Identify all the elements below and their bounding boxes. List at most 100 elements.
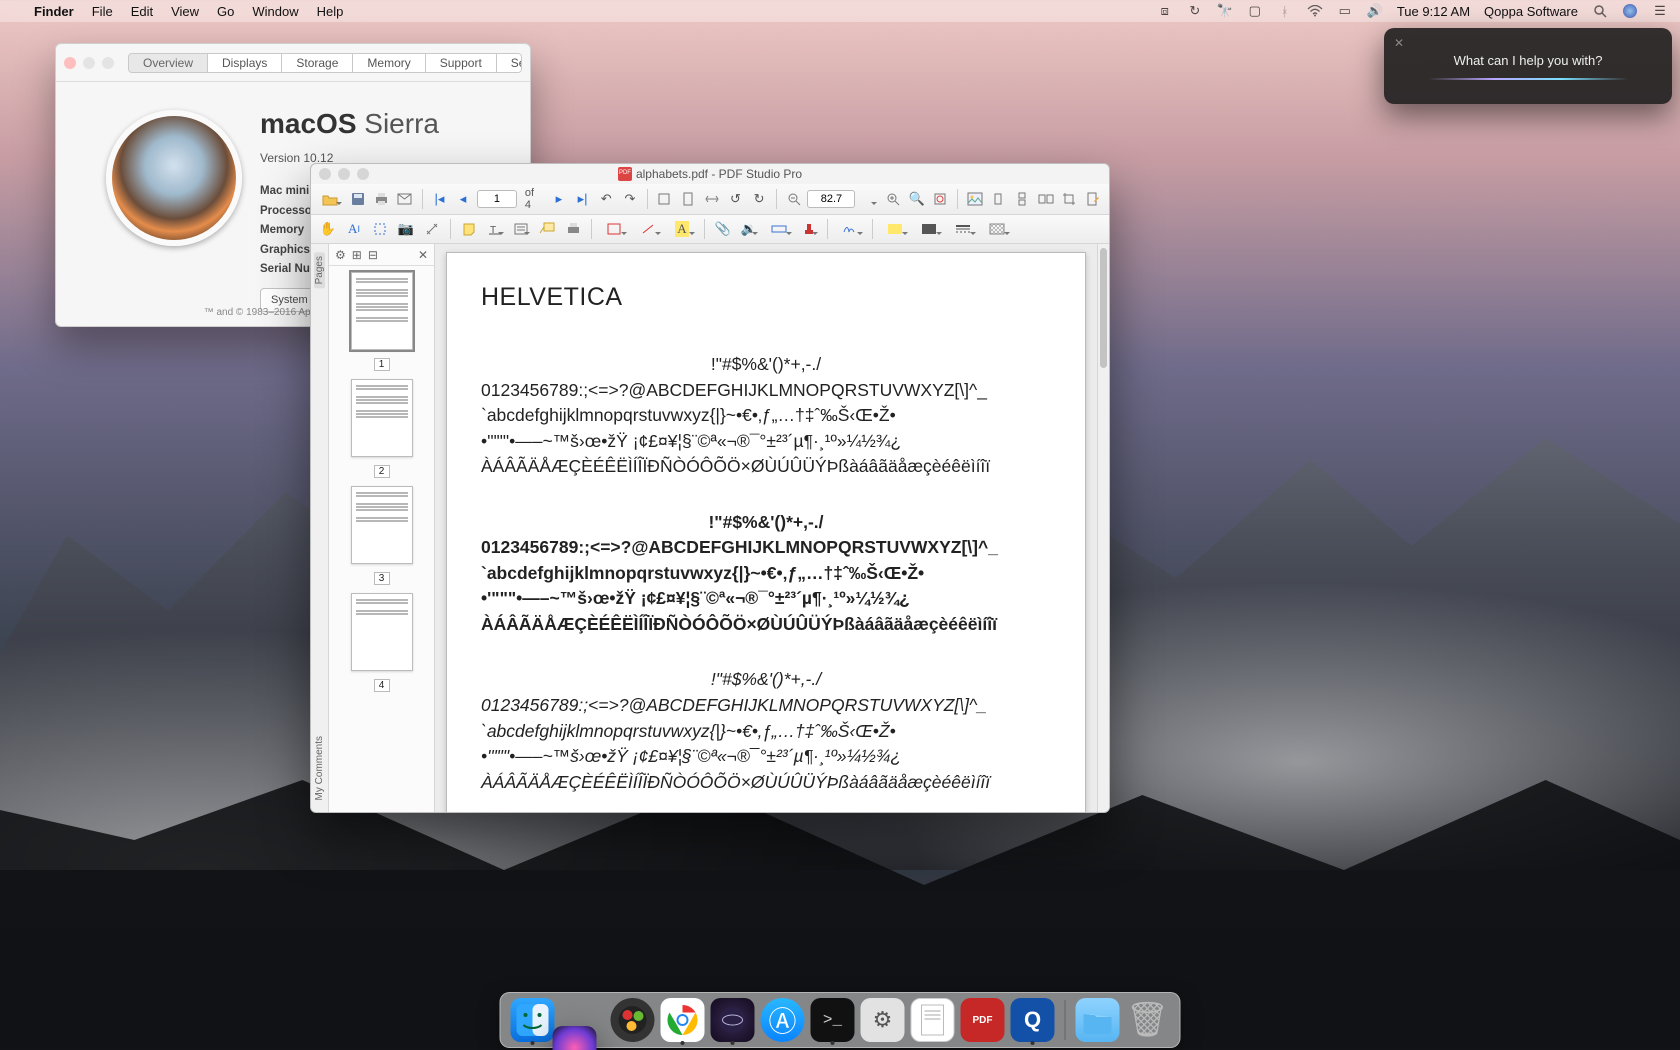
thumbnail-page-4[interactable] xyxy=(351,593,413,671)
menubar-clock[interactable]: Tue 9:12 AM xyxy=(1397,4,1470,19)
page-layout-facing-button[interactable] xyxy=(1036,188,1056,210)
distance-tool-button[interactable] xyxy=(421,218,443,240)
dropbox-icon[interactable]: ⧈ xyxy=(1157,3,1173,19)
volume-icon[interactable]: 🔊 xyxy=(1367,3,1383,19)
timemachine-icon[interactable]: ↻ xyxy=(1187,3,1203,19)
sound-button[interactable]: 🔉 xyxy=(738,218,760,240)
bluetooth-icon[interactable]: ᚼ xyxy=(1277,3,1293,19)
highlight-text-button[interactable]: A xyxy=(667,218,697,240)
minimize-button[interactable] xyxy=(338,168,350,180)
text-select-button[interactable]: AI xyxy=(343,218,365,240)
tab-support[interactable]: Support xyxy=(426,54,497,72)
menu-help[interactable]: Help xyxy=(317,4,344,19)
menubar-app-name[interactable]: Finder xyxy=(34,4,74,19)
shape-line-button[interactable] xyxy=(633,218,663,240)
last-page-button[interactable]: ▸| xyxy=(573,188,593,210)
zoom-tool-button[interactable]: 🔍 xyxy=(907,188,927,210)
thumbs-enlarge-icon[interactable]: ⊞ xyxy=(352,248,362,262)
dock-app-system-preferences[interactable]: ⚙︎ xyxy=(861,998,905,1042)
area-fill-button[interactable] xyxy=(914,218,944,240)
thumbs-options-icon[interactable]: ⚙ xyxy=(335,248,346,262)
siri-menubar-icon[interactable] xyxy=(1622,3,1638,19)
dock-app-chrome[interactable] xyxy=(661,998,705,1042)
menu-edit[interactable]: Edit xyxy=(131,4,153,19)
vertical-scrollbar[interactable] xyxy=(1097,244,1109,812)
side-tab-comments[interactable]: My Comments xyxy=(314,732,325,804)
page-number-input[interactable] xyxy=(477,190,517,208)
fit-width-button[interactable] xyxy=(702,188,722,210)
tab-service[interactable]: Service xyxy=(497,54,522,72)
siri-close-icon[interactable]: ✕ xyxy=(1394,36,1404,50)
next-page-button[interactable]: ▸ xyxy=(549,188,569,210)
thumbnail-page-3[interactable] xyxy=(351,486,413,564)
pdf-window-titlebar[interactable]: alphabets.pdf - PDF Studio Pro xyxy=(311,164,1109,184)
select-object-button[interactable] xyxy=(369,218,391,240)
dock-app-terminal[interactable]: >_ xyxy=(811,998,855,1042)
menu-file[interactable]: File xyxy=(92,4,113,19)
notification-center-icon[interactable]: ☰ xyxy=(1652,3,1668,19)
spotlight-icon[interactable] xyxy=(1592,3,1608,19)
tab-storage[interactable]: Storage xyxy=(282,54,353,72)
dock-app-siri[interactable] xyxy=(553,1026,597,1050)
thumbnail-page-2[interactable] xyxy=(351,379,413,457)
crop-button[interactable] xyxy=(1060,188,1080,210)
stamp-button[interactable] xyxy=(798,218,820,240)
dock-app-pdf[interactable]: PDF xyxy=(961,998,1005,1042)
open-button[interactable] xyxy=(317,188,344,210)
tab-overview[interactable]: Overview xyxy=(129,54,208,72)
dock-app-appstore[interactable]: Ⓐ xyxy=(761,998,805,1042)
wifi-icon[interactable] xyxy=(1307,3,1323,19)
prev-view-button[interactable]: ↶ xyxy=(596,188,616,210)
first-page-button[interactable]: |◂ xyxy=(430,188,450,210)
side-tab-pages[interactable]: Pages xyxy=(314,252,325,288)
thumbnail-page-1[interactable] xyxy=(351,272,413,350)
tab-memory[interactable]: Memory xyxy=(353,54,425,72)
typewriter-button[interactable]: T xyxy=(484,218,506,240)
email-button[interactable] xyxy=(395,188,415,210)
line-style-button[interactable] xyxy=(948,218,978,240)
zoom-in-button[interactable] xyxy=(883,188,903,210)
thumbs-close-icon[interactable]: ✕ xyxy=(418,248,428,262)
text-box-button[interactable] xyxy=(510,218,532,240)
zoom-input[interactable] xyxy=(807,190,855,208)
page-layout-single-button[interactable] xyxy=(989,188,1009,210)
fit-page-button[interactable] xyxy=(678,188,698,210)
snapshot-button[interactable]: 📷 xyxy=(395,218,417,240)
menu-view[interactable]: View xyxy=(171,4,199,19)
dock-app-qoppa[interactable]: Q xyxy=(1011,998,1055,1042)
zoom-dropdown[interactable] xyxy=(859,188,879,210)
highlight-area-button[interactable] xyxy=(880,218,910,240)
save-button[interactable] xyxy=(348,188,368,210)
print-button[interactable] xyxy=(371,188,391,210)
dock-app-eclipse[interactable] xyxy=(711,998,755,1042)
close-button[interactable] xyxy=(64,57,76,69)
link-button[interactable] xyxy=(764,218,794,240)
shape-rect-button[interactable] xyxy=(599,218,629,240)
next-view-button[interactable]: ↷ xyxy=(620,188,640,210)
thumbs-shrink-icon[interactable]: ⊟ xyxy=(368,248,378,262)
rotate-cw-button[interactable]: ↻ xyxy=(749,188,769,210)
zoom-button[interactable] xyxy=(102,57,114,69)
loupe-button[interactable] xyxy=(930,188,950,210)
dock-app-dashboard[interactable] xyxy=(611,998,655,1042)
zoom-out-button[interactable] xyxy=(784,188,804,210)
document-viewport[interactable]: HELVETICA !"#$%&'()*+,-./ 0123456789:;<=… xyxy=(435,244,1097,812)
transparency-button[interactable] xyxy=(982,218,1012,240)
menubar-right-app[interactable]: Qoppa Software xyxy=(1484,4,1578,19)
dock-app-textedit[interactable] xyxy=(911,998,955,1042)
dock-app-finder[interactable] xyxy=(511,998,555,1042)
rotate-ccw-button[interactable]: ↺ xyxy=(726,188,746,210)
edit-page-button[interactable] xyxy=(1083,188,1103,210)
sticky-note-button[interactable] xyxy=(458,218,480,240)
attach-file-button[interactable]: 📎 xyxy=(712,218,734,240)
battery-icon[interactable]: ▭ xyxy=(1337,3,1353,19)
scan-button[interactable] xyxy=(562,218,584,240)
airplay-icon[interactable]: ▢ xyxy=(1247,3,1263,19)
actual-size-button[interactable] xyxy=(655,188,675,210)
dock-trash[interactable]: 🗑 xyxy=(1126,998,1170,1042)
binoculars-icon[interactable]: 🔭 xyxy=(1217,3,1233,19)
page-layout-cont-button[interactable] xyxy=(1012,188,1032,210)
prev-page-button[interactable]: ◂ xyxy=(453,188,473,210)
zoom-button[interactable] xyxy=(357,168,369,180)
close-button[interactable] xyxy=(319,168,331,180)
